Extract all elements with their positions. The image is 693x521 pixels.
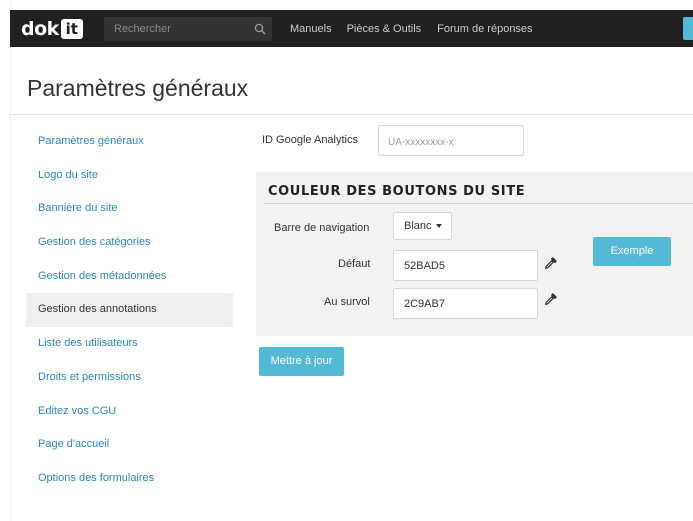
- google-analytics-label: ID Google Analytics: [262, 134, 358, 146]
- sidebar-item-parametres-generaux[interactable]: Paramètres généraux: [26, 125, 233, 159]
- nav-action-button-edge[interactable]: [683, 17, 693, 40]
- update-button[interactable]: Mettre à jour: [259, 347, 344, 376]
- google-analytics-input[interactable]: [378, 125, 524, 156]
- sidebar-item-categories[interactable]: Gestion des catégories: [26, 226, 233, 260]
- navbar-color-label: Barre de navigation: [274, 222, 370, 234]
- sidebar-item-banniere[interactable]: Bannière du site: [26, 192, 233, 226]
- sidebar-item-cgu[interactable]: Editez vos CGU: [26, 395, 233, 429]
- caret-down-icon: [436, 224, 442, 228]
- eyedropper-icon[interactable]: [543, 256, 558, 271]
- sidebar-item-annotations[interactable]: Gestion des annotations: [26, 293, 233, 328]
- page-title: Paramètres généraux: [27, 75, 249, 101]
- nav-manuels[interactable]: Manuels: [290, 23, 332, 35]
- logo-badge: it: [60, 19, 83, 39]
- logo[interactable]: dok it: [21, 18, 83, 40]
- search-input[interactable]: [104, 17, 244, 41]
- sidebar-item-formulaires[interactable]: Options des formulaires: [26, 462, 233, 496]
- example-button[interactable]: Exemple: [593, 237, 671, 266]
- logo-text: dok: [21, 18, 59, 40]
- sidebar-item-metadonnees[interactable]: Gestion des métadonnées: [26, 260, 233, 294]
- default-color-input[interactable]: [393, 250, 538, 281]
- title-divider: [10, 114, 693, 115]
- section-title: COULEUR DES BOUTONS DU SITE: [268, 184, 526, 199]
- navbar-color-value: Blanc: [404, 220, 432, 232]
- search-box: [104, 17, 272, 41]
- section-divider: [264, 203, 693, 204]
- page-left-border: [10, 0, 11, 521]
- sidebar-item-logo[interactable]: Logo du site: [26, 159, 233, 193]
- sidebar-item-accueil[interactable]: Page d'accueil: [26, 428, 233, 462]
- search-icon[interactable]: [254, 23, 266, 35]
- main-nav: Manuels Pièces & Outils Forum de réponse…: [290, 10, 552, 47]
- nav-forum[interactable]: Forum de réponses: [437, 23, 532, 35]
- sidebar-item-utilisateurs[interactable]: Liste des utilisateurs: [26, 327, 233, 361]
- button-colors-panel: COULEUR DES BOUTONS DU SITE Barre de nav…: [256, 172, 693, 336]
- hover-color-label: Au survol: [324, 296, 370, 308]
- top-navbar: dok it Manuels Pièces & Outils Forum de …: [10, 10, 693, 47]
- eyedropper-icon[interactable]: [543, 292, 558, 307]
- nav-pieces-outils[interactable]: Pièces & Outils: [347, 23, 422, 35]
- settings-sidebar: Paramètres généraux Logo du site Bannièr…: [26, 125, 233, 496]
- navbar-color-select[interactable]: Blanc: [393, 212, 452, 240]
- default-color-label: Défaut: [338, 258, 371, 270]
- hover-color-input[interactable]: [393, 288, 538, 319]
- sidebar-item-droits[interactable]: Droits et permissions: [26, 361, 233, 395]
